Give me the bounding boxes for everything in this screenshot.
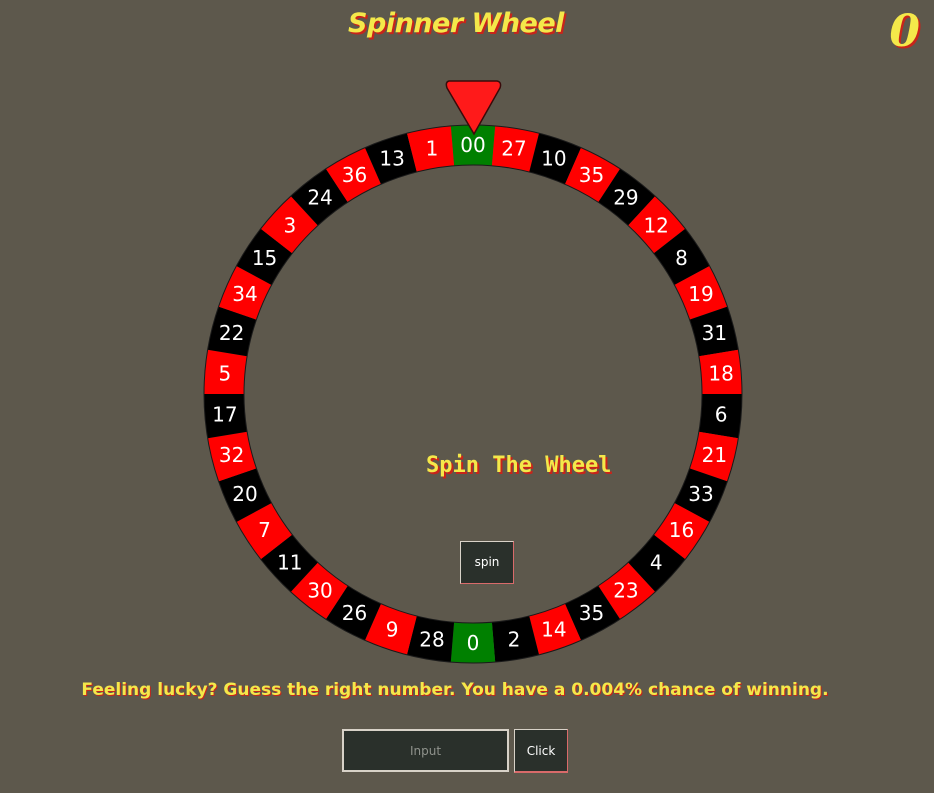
wheel-pocket-label: 11 [277,551,302,575]
roulette-wheel: 00 27 103529128193118621331642335142028926… [203,80,743,664]
wheel-pocket-label: 13 [379,146,404,170]
wheel-pocket-label: 10 [541,146,566,170]
wheel-pocket-label: 35 [579,163,604,187]
wheel-pocket-label: 33 [688,482,713,506]
wheel-pocket-label: 36 [342,163,367,187]
wheel-pocket-label: 00 [460,133,485,157]
guess-input[interactable] [342,729,509,772]
wheel-pocket-label: 18 [708,361,733,385]
wheel-pocket-label: 19 [688,282,713,306]
wheel-pocket-label: 28 [419,628,444,652]
click-button[interactable]: Click [514,729,568,773]
wheel-pocket-label: 17 [212,403,237,427]
wheel-pocket-label: 6 [715,403,728,427]
wheel-pocket-label: 1 [426,136,439,160]
wheel-pocket-label: 35 [579,601,604,625]
wheel-pocket-label: 20 [232,482,257,506]
wheel-pocket-label: 9 [386,618,399,642]
wheel-pocket-label: 7 [258,518,271,542]
wheel-pocket-label: 31 [702,321,727,345]
wheel-pocket-label: 3 [283,213,296,237]
wheel-pocket-label: 24 [307,186,332,210]
wheel-pocket-label: 34 [232,282,257,306]
wheel-pocket-label: 0 [467,631,480,655]
wheel-pocket-label: 23 [613,578,638,602]
wheel-pocket-label: 2 [508,628,521,652]
wheel-pocket-label: 32 [219,443,244,467]
wheel-pocket-label: 15 [252,246,277,270]
wheel-pocket-label: 22 [219,321,244,345]
game-message: Feeling lucky? Guess the right number. Y… [81,680,829,700]
wheel-pocket-label: 27 [501,136,526,160]
spin-the-wheel-text: Spin The Wheel [426,453,612,478]
wheel-pocket-label: 26 [342,601,367,625]
wheel-pocket-label: 14 [541,618,566,642]
wheel-pocket-label: 21 [702,443,727,467]
wheel-pocket-label: 4 [650,551,663,575]
wheel-pocket-label: 5 [218,361,231,385]
wheel-pocket-label: 12 [643,213,668,237]
wheel-pocket-label: 29 [613,186,638,210]
wheel-pocket-label: 16 [669,518,694,542]
wheel-pocket-label: 8 [675,246,688,270]
spin-button[interactable]: spin [460,541,514,584]
wheel-pocket-label: 30 [307,578,332,602]
